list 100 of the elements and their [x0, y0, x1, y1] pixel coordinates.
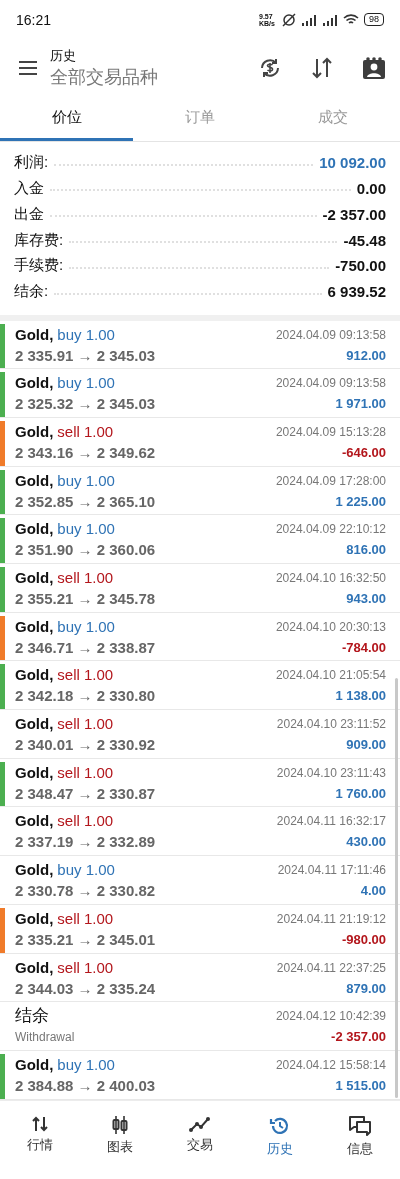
- deal-profit: 430.00: [346, 833, 386, 852]
- menu-icon[interactable]: [18, 60, 38, 77]
- deal-prices: 2 330.78 → 2 330.82: [15, 881, 157, 902]
- deal-time: 2024.04.10 21:05:54: [275, 667, 386, 685]
- deal-profit: 943.00: [346, 590, 386, 608]
- deal-time: 2024.04.09 15:13:28: [275, 423, 386, 441]
- page-title: 历史: [50, 47, 77, 66]
- deal-profit: 1 760.00: [335, 784, 386, 803]
- nav-tab[interactable]: 图表: [80, 1114, 160, 1179]
- candlestick-icon: [110, 1114, 130, 1135]
- summary-label: 利润:: [14, 153, 49, 173]
- deal-row[interactable]: Gold, buy 1.00 2 335.91 → 2 345.03 2024.04.09 09:13:58 912.00: [0, 320, 400, 370]
- tab[interactable]: 价位: [0, 97, 134, 141]
- deal-time: 2024.04.09 09:13:58: [275, 375, 386, 393]
- deal-symbol: Gold,: [15, 568, 54, 588]
- sort-icon[interactable]: [310, 56, 334, 81]
- deal-prices: 2 335.91 → 2 345.03: [15, 345, 157, 366]
- summary-value: 6 939.52: [327, 283, 386, 301]
- signal-icon: [301, 13, 317, 26]
- nav-tab[interactable]: 历史: [240, 1114, 320, 1179]
- summary-value: 0.00: [356, 179, 386, 197]
- deal-profit: 912.00: [346, 346, 386, 365]
- summary-label: 库存费:: [14, 230, 64, 250]
- deal-symbol: Gold,: [15, 519, 54, 540]
- summary-label: 手续费:: [14, 256, 64, 276]
- deal-prices: 2 342.18 → 2 330.80: [15, 686, 157, 707]
- nav-tab[interactable]: 行情: [0, 1114, 80, 1179]
- wifi-icon: [343, 13, 359, 27]
- deal-profit: 1 138.00: [335, 687, 386, 706]
- deal-profit: 1 225.00: [335, 492, 386, 511]
- deal-prices: 2 340.01 → 2 330.92: [15, 735, 157, 756]
- deal-time: 2024.04.10 20:30:13: [275, 618, 386, 636]
- alarm-off-icon: [282, 12, 296, 27]
- nav-tab[interactable]: 交易: [160, 1114, 240, 1179]
- deal-action: buy 1.00: [57, 519, 115, 540]
- deal-row[interactable]: Gold, buy 1.00 2 352.85 → 2 365.10 2024.04.09 17:28:00 1 225.00: [0, 466, 400, 516]
- deal-profit: 909.00: [346, 736, 386, 755]
- deal-prices: 2 335.21 → 2 345.01: [15, 929, 157, 950]
- summary-label: 入金: [14, 178, 44, 198]
- deal-symbol: Gold,: [15, 1054, 54, 1075]
- deal-symbol: Gold,: [15, 470, 54, 491]
- deal-profit: 1 515.00: [335, 1076, 386, 1095]
- deal-symbol: Gold,: [15, 373, 54, 394]
- deal-symbol: Gold,: [15, 421, 54, 442]
- battery-indicator: 98: [364, 13, 384, 27]
- summary-value: -2 357.00: [322, 205, 386, 223]
- deal-action: sell 1.00: [57, 908, 114, 929]
- deal-time: 2024.04.09 22:10:12: [275, 521, 386, 539]
- summary-label: 结余:: [14, 282, 49, 302]
- deal-row[interactable]: Gold, buy 1.00 2 325.32 → 2 345.03 2024.04.09 09:13:58 1 971.00: [0, 369, 400, 418]
- deal-profit: 4.00: [360, 882, 386, 901]
- deal-prices: 2 343.16 → 2 349.62: [15, 442, 157, 463]
- deal-profit: 1 971.00: [335, 395, 386, 414]
- deal-prices: 2 384.88 → 2 400.03: [15, 1075, 157, 1096]
- deal-action: sell 1.00: [57, 665, 114, 686]
- deal-action: buy 1.00: [57, 324, 115, 345]
- deal-time: 2024.04.11 21:19:12: [276, 910, 386, 928]
- nav-tab[interactable]: 信息: [320, 1114, 400, 1179]
- summary-label: 出金: [14, 204, 44, 224]
- deal-time: 2024.04.10 23:11:52: [276, 716, 386, 734]
- deal-time: 2024.04.10 23:11:43: [276, 764, 386, 782]
- deal-action: sell 1.00: [57, 811, 114, 832]
- deal-profit: 816.00: [346, 541, 386, 560]
- deal-profit: -646.00: [341, 443, 386, 462]
- deal-symbol: Gold,: [15, 908, 54, 929]
- deal-symbol: Gold,: [15, 616, 54, 637]
- deal-prices: 2 337.19 → 2 332.89: [15, 832, 157, 853]
- deal-prices: 2 348.47 → 2 330.87: [15, 783, 157, 804]
- deal-time: 2024.04.12 10:42:39: [275, 1008, 386, 1026]
- calendar-person-icon[interactable]: [362, 56, 386, 81]
- deal-action: buy 1.00: [57, 1054, 115, 1075]
- deal-symbol: Gold,: [15, 665, 54, 686]
- deal-action: sell 1.00: [57, 421, 114, 442]
- deal-time: 2024.04.11 17:11:46: [277, 862, 386, 880]
- deal-time: 2024.04.09 09:13:58: [275, 326, 386, 344]
- deal-profit: -980.00: [341, 930, 386, 949]
- clock: 16:21: [16, 11, 52, 28]
- summary-value: -750.00: [335, 257, 386, 275]
- balance-title: 结余: [15, 1005, 50, 1028]
- deal-time: 2024.04.11 16:32:17: [276, 813, 386, 831]
- summary-value: -45.48: [343, 231, 386, 249]
- chat-icon: [348, 1114, 372, 1137]
- deal-symbol: Gold,: [15, 811, 54, 832]
- line-chart-icon: [189, 1114, 211, 1133]
- deal-action: sell 1.00: [57, 568, 114, 588]
- deal-profit: -784.00: [341, 638, 386, 657]
- scrollbar[interactable]: [395, 677, 398, 1098]
- deal-time: 2024.04.09 17:28:00: [275, 472, 386, 490]
- deal-row[interactable]: Gold, buy 1.00 2 351.90 → 2 360.06 2024.04.09 22:10:12 816.00: [0, 515, 400, 564]
- deal-action: buy 1.00: [57, 470, 115, 491]
- deal-action: sell 1.00: [57, 957, 114, 978]
- balance-note: Withdrawal: [15, 1029, 76, 1047]
- deal-row[interactable]: Gold, sell 1.00 2 355.21 → 2 345.78 2024.04.10 16:32:50 943.00: [0, 564, 400, 613]
- deal-action: buy 1.00: [57, 373, 115, 394]
- deal-symbol: Gold,: [15, 714, 54, 735]
- deal-action: sell 1.00: [57, 762, 114, 783]
- symbol-filter[interactable]: 全部交易品种: [50, 65, 246, 90]
- deal-row[interactable]: Gold, sell 1.00 2 343.16 → 2 349.62 2024.04.09 15:13:28 -646.00: [0, 417, 400, 467]
- deal-row[interactable]: Gold, buy 1.00 2 346.71 → 2 338.87 2024.04.10 20:30:13 -784.00: [0, 612, 400, 662]
- deal-action: sell 1.00: [57, 714, 114, 735]
